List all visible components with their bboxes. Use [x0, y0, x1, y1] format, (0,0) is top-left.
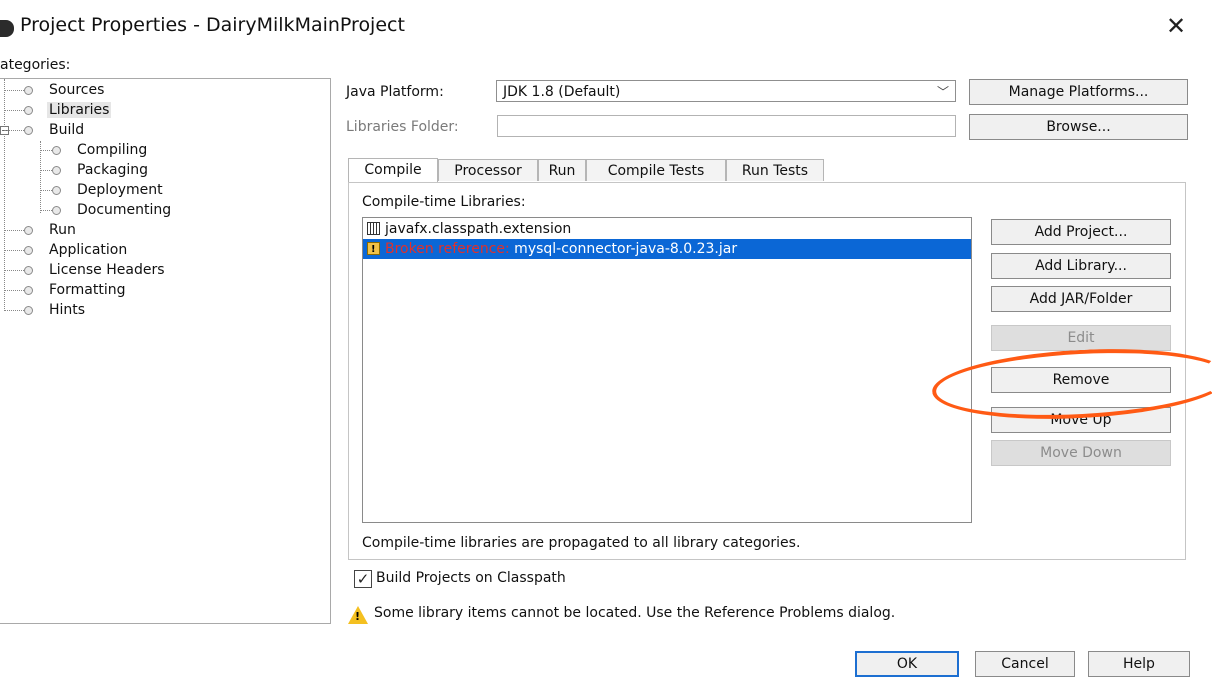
libraries-folder-field[interactable]: [497, 115, 956, 137]
app-icon: [0, 20, 14, 37]
tree-item-packaging[interactable]: Packaging: [40, 160, 150, 180]
categories-tree[interactable]: Sources Libraries − Build Compiling Pack…: [0, 78, 331, 624]
list-item[interactable]: Broken reference: mysql-connector-java-8…: [363, 239, 971, 260]
move-down-button[interactable]: Move Down: [991, 440, 1171, 466]
warning-message: Some library items cannot be located. Us…: [374, 605, 896, 621]
node-icon: [24, 85, 33, 95]
node-icon: [52, 145, 61, 155]
tree-item-compiling[interactable]: Compiling: [40, 140, 149, 160]
cancel-button[interactable]: Cancel: [975, 651, 1075, 677]
manage-platforms-button[interactable]: Manage Platforms...: [969, 79, 1188, 105]
node-icon: [52, 165, 61, 175]
move-up-button[interactable]: Move Up: [991, 407, 1171, 433]
tree-item-hints[interactable]: Hints: [4, 300, 87, 320]
tree-item-license-headers[interactable]: License Headers: [4, 260, 167, 280]
node-icon: [24, 305, 33, 315]
propagation-note: Compile-time libraries are propagated to…: [362, 535, 801, 551]
compile-time-libraries-label: Compile-time Libraries:: [362, 194, 526, 210]
broken-reference-label: Broken reference:: [385, 241, 510, 257]
window-title: Project Properties - DairyMilkMainProjec…: [20, 14, 405, 36]
java-platform-label: Java Platform:: [346, 84, 444, 100]
tab-processor[interactable]: Processor: [438, 159, 538, 181]
tree-item-sources[interactable]: Sources: [4, 80, 106, 100]
list-item[interactable]: javafx.classpath.extension: [363, 219, 971, 239]
warning-icon: !: [348, 606, 368, 624]
tab-compile[interactable]: Compile: [348, 158, 438, 182]
close-icon[interactable]: ✕: [1164, 12, 1188, 40]
add-project-button[interactable]: Add Project...: [991, 219, 1171, 245]
chevron-down-icon: ﹀: [936, 85, 949, 99]
broken-reference-icon: [367, 240, 380, 260]
tree-item-application[interactable]: Application: [4, 240, 129, 260]
remove-button[interactable]: Remove: [991, 367, 1171, 393]
tree-item-run[interactable]: Run: [4, 220, 78, 240]
broken-reference-file: mysql-connector-java-8.0.23.jar: [509, 241, 738, 257]
add-jar-folder-button[interactable]: Add JAR/Folder: [991, 286, 1171, 312]
node-icon: [52, 185, 61, 195]
tree-item-libraries[interactable]: Libraries: [4, 100, 112, 120]
tree-item-formatting[interactable]: Formatting: [4, 280, 127, 300]
tree-item-documenting[interactable]: Documenting: [40, 200, 173, 220]
java-platform-select[interactable]: JDK 1.8 (Default) ﹀: [496, 80, 956, 102]
browse-button[interactable]: Browse...: [969, 114, 1188, 140]
java-platform-value: JDK 1.8 (Default): [503, 84, 621, 100]
ok-button[interactable]: OK: [855, 651, 959, 677]
categories-label: ategories:: [0, 57, 71, 73]
compile-libraries-list[interactable]: javafx.classpath.extension Broken refere…: [362, 217, 972, 523]
libraries-folder-label: Libraries Folder:: [346, 119, 459, 135]
build-on-classpath-label: Build Projects on Classpath: [376, 570, 566, 586]
node-icon: [24, 265, 33, 275]
node-icon: [24, 105, 33, 115]
node-icon: [24, 225, 33, 235]
tab-run[interactable]: Run: [538, 159, 586, 181]
tab-run-tests[interactable]: Run Tests: [726, 159, 824, 181]
add-library-button[interactable]: Add Library...: [991, 253, 1171, 279]
node-icon: [24, 245, 33, 255]
tree-item-build[interactable]: − Build: [0, 120, 86, 140]
node-icon: [24, 125, 33, 135]
collapse-icon[interactable]: −: [0, 126, 9, 135]
tab-compile-tests[interactable]: Compile Tests: [586, 159, 726, 181]
node-icon: [24, 285, 33, 295]
node-icon: [52, 205, 61, 215]
library-icon: [367, 222, 380, 235]
tree-item-deployment[interactable]: Deployment: [40, 180, 165, 200]
edit-button[interactable]: Edit: [991, 325, 1171, 351]
help-button[interactable]: Help: [1088, 651, 1190, 677]
build-on-classpath-checkbox[interactable]: ✓: [354, 570, 372, 588]
